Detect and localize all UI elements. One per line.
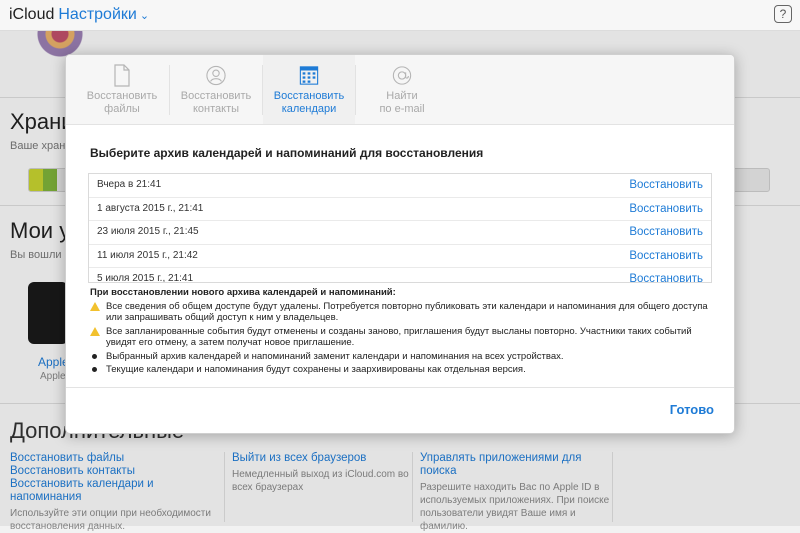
restore-notes: При восстановлении нового архива календа… — [90, 287, 710, 378]
note-item: Текущие календари и напоминания будут со… — [90, 364, 710, 376]
tab-label: контакты — [192, 103, 240, 115]
tab-restore-contacts[interactable]: Восстановить контакты — [170, 55, 262, 124]
tab-restore-calendars[interactable]: Восстановить календари — [263, 55, 355, 124]
archive-date: 23 июля 2015 г., 21:45 — [97, 226, 199, 237]
tab-label: по e-mail — [379, 103, 425, 115]
contact-icon — [206, 65, 226, 86]
app-switcher[interactable]: iCloud Настройки ⌄ — [9, 6, 149, 24]
archive-date: 11 июля 2015 г., 21:42 — [97, 249, 198, 261]
chevron-down-icon: ⌄ — [139, 10, 150, 22]
note-item: Все сведения об общем доступе будут удал… — [90, 301, 710, 324]
dialog-footer-divider — [66, 387, 734, 388]
help-button[interactable]: ? — [774, 5, 792, 23]
bullet-icon — [92, 367, 97, 372]
tab-label: Восстановить — [273, 90, 345, 102]
top-bar: iCloud Настройки ⌄ ? — [0, 0, 800, 31]
list-item: 5 июля 2015 г., 21:41 Восстановить — [89, 268, 711, 283]
tab-label: календари — [281, 103, 337, 115]
calendar-icon — [299, 66, 319, 85]
dialog-tabs: Восстановить файлы Восстановить контакты… — [66, 55, 734, 125]
tab-restore-files[interactable]: Восстановить файлы — [76, 55, 168, 124]
warning-icon — [90, 326, 100, 336]
list-item: 1 августа 2015 г., 21:41 Восстановить — [89, 198, 711, 221]
bullet-icon — [92, 353, 97, 359]
note-text: Все запланированные события будут отмене… — [106, 325, 692, 349]
warning-icon — [90, 301, 100, 311]
list-item: 11 июля 2015 г., 21:42 Восстановить — [89, 245, 711, 268]
tab-label: файлы — [104, 103, 140, 115]
notes-heading: При восстановлении нового архива календа… — [90, 287, 396, 298]
restore-button[interactable]: Восстановить — [629, 174, 703, 197]
note-item: Выбранный архив календарей и напоминаний… — [90, 351, 710, 363]
restore-button[interactable]: Восстановить — [629, 245, 703, 268]
file-icon — [114, 64, 130, 87]
note-text: Все сведения об общем доступе будут удал… — [106, 300, 708, 324]
restore-button[interactable]: Восстановить — [629, 268, 703, 282]
note-item: Все запланированные события будут отмене… — [90, 326, 710, 349]
archive-date: 1 августа 2015 г., 21:41 — [97, 202, 204, 214]
restore-button[interactable]: Восстановить — [629, 198, 703, 221]
done-button[interactable]: Готово — [670, 402, 714, 417]
tab-label: Найти — [386, 90, 418, 102]
note-text: Выбранный архив календарей и напоминаний… — [106, 350, 564, 362]
note-text: Текущие календари и напоминания будут со… — [106, 364, 526, 375]
list-item: Вчера в 21:41 Восстановить — [89, 174, 711, 198]
restore-button[interactable]: Восстановить — [629, 221, 703, 244]
tab-find-by-email[interactable]: Найти по e-mail — [356, 55, 448, 124]
app-name: iCloud — [9, 6, 55, 23]
dialog-title: Выберите архив календарей и напоминаний … — [90, 146, 484, 160]
archive-date: 5 июля 2015 г., 21:41 — [97, 273, 194, 283]
archive-list[interactable]: Вчера в 21:41 Восстановить 1 августа 201… — [88, 173, 712, 283]
archive-date: Вчера в 21:41 — [97, 179, 162, 190]
at-icon — [392, 66, 412, 85]
tab-label: Восстановить — [86, 90, 158, 102]
restore-calendars-dialog: Восстановить файлы Восстановить контакты… — [65, 54, 735, 434]
tab-label: Восстановить — [180, 90, 252, 102]
section-name: Настройки — [58, 6, 137, 23]
list-item: 23 июля 2015 г., 21:45 Восстановить — [89, 221, 711, 245]
